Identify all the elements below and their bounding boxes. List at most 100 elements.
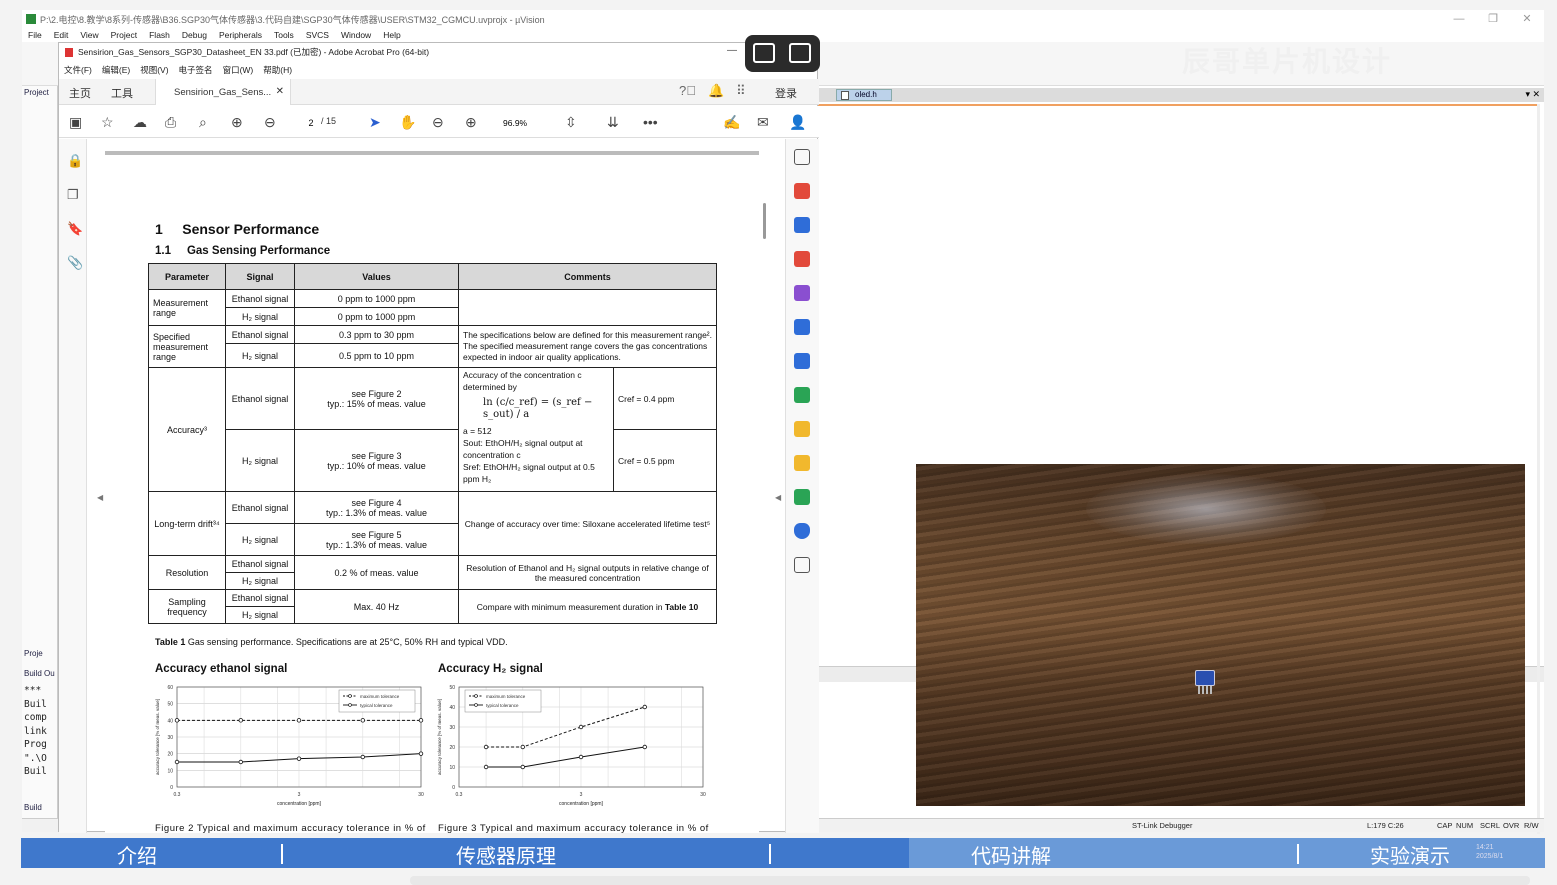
mail-icon[interactable]: ✉ [757, 114, 769, 131]
menu-debug[interactable]: Debug [176, 28, 213, 42]
table-caption: Table 1 Gas sensing performance. Specifi… [155, 637, 508, 647]
bookmark-icon[interactable]: 🔖 [67, 221, 83, 237]
section-heading: 1 Sensor Performance [155, 221, 320, 237]
scan-ocr-icon[interactable] [794, 421, 810, 437]
exit-fullscreen-icon[interactable] [753, 43, 775, 63]
project-tab-bottom[interactable]: Proje [24, 649, 43, 658]
bell-icon[interactable]: 🔔 [708, 83, 724, 99]
fit-page-icon[interactable]: ⇳ [565, 114, 577, 131]
zoom-out-icon[interactable]: ⊖ [432, 114, 444, 131]
lock-icon[interactable]: 🔒 [67, 153, 83, 169]
tab-home[interactable]: 主页 [69, 85, 91, 101]
export-pdf-icon[interactable] [794, 217, 810, 233]
menu-file[interactable]: File [22, 28, 48, 42]
tab-tools[interactable]: 工具 [111, 85, 133, 101]
menu-help[interactable]: Help [377, 28, 406, 42]
apps-grid-icon[interactable]: ⠿ [736, 83, 746, 99]
scroll-mode-icon[interactable]: ⇊ [607, 114, 619, 131]
comment-icon[interactable] [794, 455, 810, 471]
data-point [578, 754, 584, 760]
menu-esign-cn[interactable]: 电子签名 [174, 63, 218, 77]
save-icon[interactable]: ▣ [69, 114, 82, 131]
combine-files-icon[interactable] [794, 353, 810, 369]
menu-file-cn[interactable]: 文件(F) [59, 63, 97, 77]
login-button[interactable]: 登录 [775, 85, 797, 101]
data-point [296, 718, 302, 723]
data-point [418, 718, 424, 723]
acrobat-title-bar: Sensirion_Gas_Sensors_SGP30_Datasheet_EN… [59, 43, 819, 61]
menu-svcs[interactable]: SVCS [300, 28, 335, 42]
y-tick-label: 10 [167, 768, 173, 774]
select-cursor-icon[interactable]: ➤ [369, 114, 381, 131]
chapter-principle[interactable]: 传感器原理 [456, 840, 556, 869]
upload-cloud-icon[interactable]: ☁ [133, 114, 147, 131]
minimize-icon[interactable]: — [727, 45, 737, 56]
star-icon[interactable]: ☆ [101, 114, 114, 131]
organize-pages-icon[interactable] [794, 251, 810, 267]
menu-flash[interactable]: Flash [143, 28, 176, 42]
cell-value: 0.5 ppm to 10 ppm [294, 343, 459, 368]
pages-icon[interactable]: ❐ [67, 187, 79, 203]
menu-view-cn[interactable]: 视图(V) [135, 63, 173, 77]
menu-tools[interactable]: Tools [268, 28, 300, 42]
taskbar-clock: 14:21 2025/8/1 [1476, 844, 1504, 860]
attachment-icon[interactable]: 📎 [67, 255, 83, 271]
help-icon[interactable]: ?⃝ [679, 83, 696, 99]
compare-icon[interactable] [794, 387, 810, 403]
close-button[interactable]: ✕ [1510, 10, 1544, 28]
chapter-intro[interactable]: 介绍 [117, 840, 157, 869]
fill-sign-icon[interactable] [794, 285, 810, 301]
menu-project[interactable]: Project [105, 28, 143, 42]
page-up-icon[interactable]: ⊕ [231, 114, 243, 131]
build-tab[interactable]: Build [24, 803, 42, 812]
protect-shield-icon[interactable] [794, 523, 810, 539]
screen-record-icon[interactable] [789, 43, 811, 63]
sign-icon[interactable]: ✍ [723, 114, 740, 131]
accuracy-formula: ln (c/c_ref) = (s_ref − s_out) / a [483, 397, 593, 420]
more-icon[interactable]: ••• [643, 114, 658, 130]
minimize-button[interactable]: — [1442, 10, 1476, 28]
cell-signal: H₂ signal [225, 343, 295, 368]
header-signal: Signal [225, 263, 295, 290]
editor-scrollbar[interactable] [1537, 104, 1540, 834]
cell-comment: Accuracy of the concentration c determin… [458, 367, 614, 492]
page-down-icon[interactable]: ⊖ [264, 114, 276, 131]
menu-window[interactable]: Window [335, 28, 377, 42]
cell-comment: Change of accuracy over time: Siloxane a… [457, 491, 718, 556]
page-total: / 15 [321, 116, 337, 126]
menu-help-cn[interactable]: 帮助(H) [258, 63, 297, 77]
data-point [520, 744, 525, 750]
header-comments: Comments [457, 263, 718, 290]
create-pdf-icon[interactable] [794, 183, 810, 199]
close-tab-icon[interactable]: ✕ [276, 86, 284, 97]
more-tools-icon[interactable] [794, 557, 810, 573]
collapse-right-icon[interactable]: ◀ [775, 493, 781, 502]
menu-edit[interactable]: Edit [48, 28, 75, 42]
zoom-tool-icon[interactable] [794, 149, 810, 165]
close-icon[interactable]: ▾ ✕ [1525, 89, 1540, 100]
editor-tab-oled-h[interactable]: oled.h [836, 89, 892, 101]
menu-edit-cn[interactable]: 编辑(E) [97, 63, 135, 77]
cell-value: see Figure 3 typ.: 10% of meas. value [294, 429, 459, 492]
chapter-code[interactable]: 代码讲解 [971, 840, 1051, 869]
search-icon[interactable]: ⌕ [199, 114, 207, 131]
chapter-demo[interactable]: 实验演示 [1370, 840, 1450, 869]
accuracy-ethanol-chart: 0 10 20 30 40 50 60 0.3 3 30 concentration [ppm] ac… [155, 685, 424, 807]
build-output-tab[interactable]: Build Ou [24, 669, 55, 678]
menu-view[interactable]: View [74, 28, 104, 42]
hand-tool-icon[interactable]: ✋ [399, 114, 416, 131]
menu-window-cn[interactable]: 窗口(W) [218, 63, 259, 77]
menu-peripherals[interactable]: Peripherals [213, 28, 268, 42]
maximize-button[interactable]: ❐ [1476, 10, 1510, 28]
share-user-icon[interactable]: 👤 [789, 114, 806, 131]
zoom-in-icon[interactable]: ⊕ [465, 114, 477, 131]
acrobat-menu-bar: 文件(F) 编辑(E) 视图(V) 电子签名 窗口(W) 帮助(H) [59, 63, 819, 77]
print-icon[interactable]: ⎙ [165, 114, 176, 131]
document-scrollbar[interactable] [763, 203, 766, 239]
zoom-select[interactable]: 96.9% [495, 115, 547, 131]
edit-pdf-icon[interactable] [794, 319, 810, 335]
project-tab[interactable]: Project [24, 88, 49, 97]
collapse-left-icon[interactable]: ◀ [97, 493, 103, 502]
print-production-icon[interactable] [794, 489, 810, 505]
tab-document[interactable]: Sensirion_Gas_Sens... ✕ [155, 79, 291, 105]
